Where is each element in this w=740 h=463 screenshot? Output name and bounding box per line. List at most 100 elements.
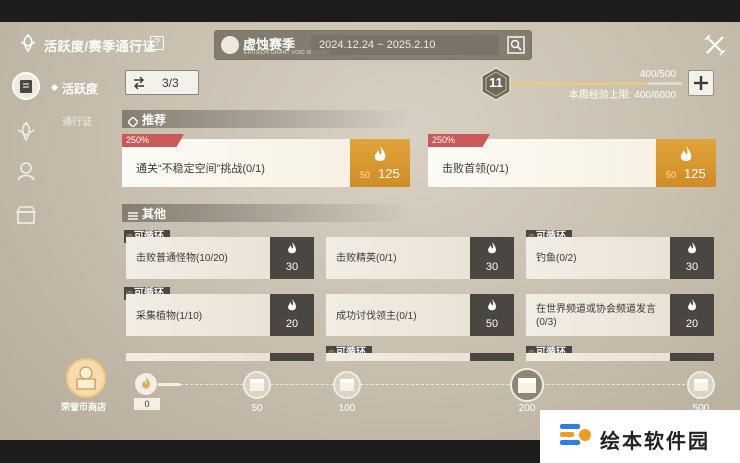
honor-shop-label: 荣誉币商店 xyxy=(61,402,107,412)
task-card-partial[interactable] xyxy=(526,353,714,361)
bonus-badge: 250% xyxy=(122,134,184,147)
reward-value: 30 xyxy=(685,261,699,273)
reward-value: 30 xyxy=(285,261,299,273)
section-other-header: 其他 xyxy=(122,204,412,222)
weekly-xp-limit: 本周经验上限: 400/6000 xyxy=(568,90,676,101)
task-description: 击败普通怪物(10/20) xyxy=(136,253,228,264)
flame-icon xyxy=(288,299,296,311)
xp-progress-bar xyxy=(510,82,682,85)
sidebar-pass-icon[interactable] xyxy=(12,118,40,146)
watermark-text: 绘本软件园 xyxy=(600,429,710,453)
milestone-chest-large[interactable] xyxy=(510,368,544,402)
current-progress-node xyxy=(134,372,158,396)
plus-icon xyxy=(694,76,708,90)
task-card-partial[interactable] xyxy=(326,353,514,361)
section-title: 其他 xyxy=(142,207,167,221)
page-toggle-button[interactable]: 3/3 xyxy=(125,70,199,95)
task-description: 击败首领(0/1) xyxy=(442,163,509,175)
task-card[interactable]: 采集植物(1/10) 20 xyxy=(126,294,314,336)
chest-icon xyxy=(694,379,708,391)
task-card[interactable]: 击败普通怪物(10/20) 30 xyxy=(126,237,314,279)
flame-icon xyxy=(374,146,386,161)
flame-icon xyxy=(680,146,692,161)
progress-track xyxy=(150,384,710,385)
sidebar-reward-icon[interactable] xyxy=(12,158,40,186)
season-dates: 2024.12.24 ~ 2025.2.10 xyxy=(311,35,499,55)
level-badge: 11 xyxy=(478,66,514,102)
task-card[interactable]: 在世界频道或协会频道发言(0/3) 20 xyxy=(526,294,714,336)
section-title: 推荐 xyxy=(142,113,167,127)
reward-box: 30 xyxy=(470,237,514,279)
sidebar-shop-icon[interactable] xyxy=(12,202,40,230)
current-progress-value: 0 xyxy=(134,398,160,410)
section-recommended-header: 推荐 xyxy=(122,110,412,129)
task-card[interactable]: 击败精英(0/1) 30 xyxy=(326,237,514,279)
reward-value: 20 xyxy=(685,318,699,330)
flame-icon xyxy=(142,376,150,389)
season-info-icon[interactable] xyxy=(507,36,525,54)
task-description: 击败精英(0/1) xyxy=(336,253,397,264)
original-reward: 50 xyxy=(360,170,371,180)
chest-icon xyxy=(250,379,264,391)
milestone-chest[interactable] xyxy=(687,371,715,399)
honor-shop-button[interactable] xyxy=(66,358,106,398)
page-count: 3/3 xyxy=(162,76,179,90)
task-description: 钓鱼(0/2) xyxy=(536,253,577,264)
season-emblem-icon xyxy=(221,36,239,54)
task-card[interactable]: 钓鱼(0/2) 30 xyxy=(526,237,714,279)
recommended-task-card[interactable]: 250% 通关“不稳定空间”挑战(0/1) 50 125 xyxy=(122,134,410,187)
close-icon[interactable] xyxy=(704,34,726,56)
diamond-icon xyxy=(126,114,140,129)
reward-value: 50 xyxy=(485,318,499,330)
reward-box: 30 xyxy=(270,237,314,279)
sidebar-activity-icon[interactable] xyxy=(12,72,40,100)
season-banner: 虚蚀赛季 EROSION GRANT VOID SEASON 2024.12.2… xyxy=(214,30,532,60)
watermark-logo-icon xyxy=(560,424,591,445)
milestone-chest[interactable] xyxy=(243,371,271,399)
milestone-label: 50 xyxy=(251,403,263,414)
game-screen: 活跃度/赛季通行证 ? 虚蚀赛季 EROSION GRANT VOID SEAS… xyxy=(0,0,740,463)
reward-box: 20 xyxy=(270,294,314,336)
flame-icon xyxy=(488,242,496,254)
nav-active-marker xyxy=(50,83,59,92)
list-icon xyxy=(128,208,138,220)
top-frame xyxy=(0,0,740,22)
reward-box: 50 125 xyxy=(350,139,410,187)
shop-icon xyxy=(76,366,96,390)
reward-box: 50 xyxy=(470,294,514,336)
reward-box: 50 125 xyxy=(656,139,716,187)
flame-icon xyxy=(488,299,496,311)
watermark-badge: 绘本软件园 xyxy=(540,410,740,463)
chest-icon xyxy=(340,379,354,391)
task-description: 成功讨伐领主(0/1) xyxy=(336,311,417,322)
reward-box: 20 xyxy=(670,294,714,336)
recommended-task-card[interactable]: 250% 击败首领(0/1) 50 125 xyxy=(428,134,716,187)
buy-level-button[interactable] xyxy=(688,70,714,96)
milestone-label: 100 xyxy=(338,403,356,414)
flame-icon xyxy=(288,242,296,254)
nav-item-activity[interactable]: 活跃度 xyxy=(62,80,98,97)
header: 活跃度/赛季通行证 ? 虚蚀赛季 EROSION GRANT VOID SEAS… xyxy=(0,22,740,68)
flame-icon xyxy=(688,299,696,311)
page-title: 活跃度/赛季通行证 xyxy=(44,39,157,54)
help-icon[interactable]: ? xyxy=(150,36,164,50)
level-number: 11 xyxy=(489,75,503,90)
menu-logo-icon xyxy=(20,33,36,53)
boosted-reward: 125 xyxy=(684,166,706,181)
reward-box: 30 xyxy=(670,237,714,279)
reward-value: 30 xyxy=(485,261,499,273)
nav-item-pass[interactable]: 通行证 xyxy=(62,113,92,128)
task-card-partial[interactable] xyxy=(126,353,314,361)
task-card[interactable]: 成功讨伐领主(0/1) 50 xyxy=(326,294,514,336)
boosted-reward: 125 xyxy=(378,166,400,181)
task-description: 在世界频道或协会频道发言(0/3) xyxy=(536,304,656,328)
reward-value: 20 xyxy=(285,318,299,330)
task-description: 通关“不稳定空间”挑战(0/1) xyxy=(136,163,265,175)
original-reward: 50 xyxy=(666,170,677,180)
flame-icon xyxy=(688,242,696,254)
chest-icon xyxy=(518,378,536,393)
milestone-chest[interactable] xyxy=(333,371,361,399)
swap-icon xyxy=(134,76,144,90)
task-description: 采集植物(1/10) xyxy=(136,311,203,322)
xp-value: 400/500 xyxy=(639,69,676,80)
